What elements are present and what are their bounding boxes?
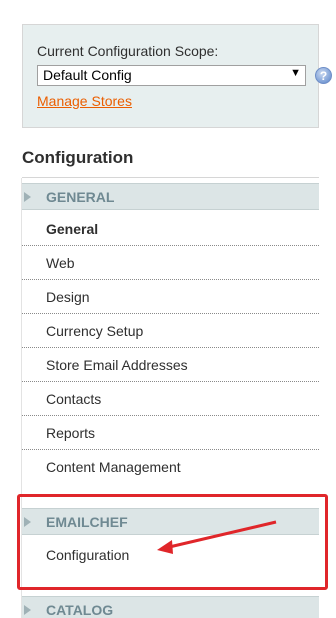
scope-select-value: Default Config	[43, 67, 132, 83]
section-header-emailchef[interactable]: EMAILCHEF	[22, 508, 319, 535]
expand-triangle-icon	[24, 192, 31, 202]
title-divider	[22, 177, 319, 178]
section-header-label: EMAILCHEF	[46, 514, 128, 530]
nav-item-currency-setup[interactable]: Currency Setup	[22, 314, 319, 348]
scope-select[interactable]: Default Config ▼ ?	[37, 65, 332, 86]
nav-item-contacts[interactable]: Contacts	[22, 382, 319, 416]
section-header-general[interactable]: GENERAL	[22, 183, 319, 210]
nav-item-content-management[interactable]: Content Management	[22, 450, 319, 484]
scope-panel: Current Configuration Scope: Default Con…	[22, 24, 332, 128]
expand-triangle-icon	[24, 517, 31, 527]
manage-stores-link[interactable]: Manage Stores	[37, 93, 132, 109]
section-header-label: CATALOG	[46, 602, 114, 618]
nav-item-general[interactable]: General	[22, 212, 319, 246]
nav-item-web[interactable]: Web	[22, 246, 319, 280]
help-icon[interactable]: ?	[315, 67, 332, 84]
nav-item-design[interactable]: Design	[22, 280, 319, 314]
page-title: Configuration	[22, 148, 134, 167]
nav-item-store-email-addresses[interactable]: Store Email Addresses	[22, 348, 319, 382]
general-nav-list: General Web Design Currency Setup Store …	[22, 212, 319, 484]
nav-item-reports[interactable]: Reports	[22, 416, 319, 450]
section-header-catalog[interactable]: CATALOG	[22, 596, 319, 618]
section-header-label: GENERAL	[46, 189, 115, 205]
expand-triangle-icon	[24, 605, 31, 615]
dropdown-arrow-icon: ▼	[290, 67, 301, 79]
emailchef-nav-list: Configuration	[22, 538, 319, 572]
scope-label: Current Configuration Scope:	[37, 43, 219, 59]
nav-item-emailchef-configuration[interactable]: Configuration	[22, 538, 319, 572]
